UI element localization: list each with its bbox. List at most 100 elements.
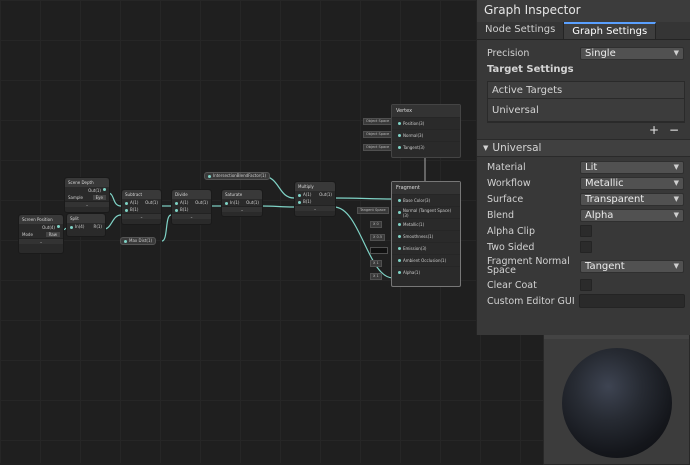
position-space-tag[interactable]: Object Space xyxy=(363,118,393,125)
chevron-down-icon: ▼ xyxy=(673,163,679,171)
fragment-block-ambient-occlusion[interactable]: Ambient Occlusion(1) xyxy=(392,254,460,266)
target-item-universal[interactable]: Universal xyxy=(488,99,684,122)
output-port-icon[interactable] xyxy=(103,188,106,191)
wire-maxdist-divide xyxy=(161,214,172,242)
scene-depth-node[interactable]: Scene Depth Out(1) Sample Eye ⌄ xyxy=(64,177,110,213)
input-port-icon[interactable] xyxy=(175,208,178,212)
block-label: Emission(3) xyxy=(403,246,427,251)
input-port-icon[interactable] xyxy=(125,201,128,205)
workflow-dropdown[interactable]: Metallic ▼ xyxy=(580,176,684,190)
prop-row-fragment-normal-space: Fragment Normal Space Tangent ▼ xyxy=(477,255,690,277)
dropdown-value: Alpha xyxy=(585,209,614,221)
prop-row-material: Material Lit ▼ xyxy=(477,159,690,175)
node-input-label: B(1) xyxy=(303,199,312,204)
chevron-down-icon[interactable]: ⌄ xyxy=(122,213,161,219)
blend-dropdown[interactable]: Alpha ▼ xyxy=(580,208,684,222)
input-port-icon[interactable] xyxy=(398,146,401,149)
node-output-label: Out(1) xyxy=(319,192,332,197)
input-port-icon[interactable] xyxy=(298,200,301,204)
fragment-stack[interactable]: Fragment Base Color(3) Normal (Tangent S… xyxy=(391,181,461,287)
input-port-icon[interactable] xyxy=(125,208,128,212)
fragment-block-smoothness[interactable]: Smoothness(1) xyxy=(392,230,460,242)
wire-multiply-basecolor xyxy=(333,197,394,200)
custom-editor-gui-field[interactable] xyxy=(578,294,685,308)
normal-space-tag[interactable]: Object Space xyxy=(363,131,393,138)
heading-label: Target Settings xyxy=(487,63,574,75)
chevron-down-icon[interactable]: ⌄ xyxy=(65,201,109,207)
multiply-node[interactable]: Multiply A(1) Out(1) B(1) ⌄ xyxy=(294,181,336,217)
output-port-icon[interactable] xyxy=(57,225,60,228)
precision-dropdown[interactable]: Single ▼ xyxy=(580,46,684,60)
inspector-tabs: Node Settings Graph Settings xyxy=(477,22,690,40)
node-input-label: B(1) xyxy=(180,207,189,212)
two-sided-checkbox[interactable] xyxy=(580,241,592,253)
prop-row-surface: Surface Transparent ▼ xyxy=(477,191,690,207)
wire-split-subtract xyxy=(103,214,122,230)
intersection-blend-property[interactable]: IntersectionBlendFactor(1) xyxy=(204,172,271,180)
tab-node-settings[interactable]: Node Settings xyxy=(477,22,565,39)
clear-coat-checkbox[interactable] xyxy=(580,279,592,291)
dropdown-value: Single xyxy=(585,47,616,59)
sampling-dropdown[interactable]: Eye xyxy=(92,195,106,200)
alpha-clip-checkbox[interactable] xyxy=(580,225,592,237)
chevron-down-icon[interactable]: ⌄ xyxy=(19,238,63,244)
prop-label: Blend xyxy=(487,209,515,221)
vertex-block-normal[interactable]: Normal(3) xyxy=(392,129,460,141)
input-port-icon[interactable] xyxy=(398,247,401,250)
material-dropdown[interactable]: Lit ▼ xyxy=(580,160,684,174)
chevron-down-icon[interactable]: ⌄ xyxy=(295,205,335,211)
surface-dropdown[interactable]: Transparent ▼ xyxy=(580,192,684,206)
emission-color-swatch[interactable] xyxy=(370,247,388,254)
mode-dropdown[interactable]: Raw xyxy=(45,232,60,237)
precision-label: Precision xyxy=(487,47,530,59)
smoothness-value[interactable]: X 0.5 xyxy=(370,234,386,241)
dropdown-value: Metallic xyxy=(585,177,624,189)
normal-space-tag[interactable]: Tangent Space xyxy=(357,207,389,214)
chevron-down-icon[interactable]: ⌄ xyxy=(172,213,211,219)
input-port-icon[interactable] xyxy=(398,235,401,238)
tangent-space-tag[interactable]: Object Space xyxy=(363,144,393,151)
fragment-block-normal[interactable]: Normal (Tangent Space)(3) xyxy=(392,206,460,218)
fragment-normal-space-dropdown[interactable]: Tangent ▼ xyxy=(580,259,684,273)
node-input-label: B(1) xyxy=(130,207,139,212)
input-port-icon[interactable] xyxy=(175,201,178,205)
tab-graph-settings[interactable]: Graph Settings xyxy=(564,22,657,39)
input-port-icon[interactable] xyxy=(398,134,401,137)
preview-sphere[interactable] xyxy=(562,348,672,458)
input-port-icon[interactable] xyxy=(398,259,401,262)
fragment-block-base-color[interactable]: Base Color(3) xyxy=(392,194,460,206)
vertex-stack[interactable]: Vertex Position(3) Normal(3) Tangent(3) xyxy=(391,104,461,158)
input-port-icon[interactable] xyxy=(398,122,401,125)
input-port-icon[interactable] xyxy=(398,199,401,202)
screen-position-node[interactable]: Screen Position Out(4) Mode Raw ⌄ xyxy=(18,214,64,254)
fragment-block-metallic[interactable]: Metallic(1) xyxy=(392,218,460,230)
subtract-node[interactable]: Subtract A(1) Out(1) B(1) ⌄ xyxy=(121,189,162,225)
active-targets-header: Active Targets xyxy=(488,82,684,99)
ambient-occlusion-value[interactable]: X 1 xyxy=(370,260,382,267)
prop-row-two-sided: Two Sided xyxy=(477,239,690,255)
alpha-value[interactable]: X 1 xyxy=(370,273,382,280)
fragment-block-emission[interactable]: Emission(3) xyxy=(392,242,460,254)
add-target-button[interactable]: + xyxy=(647,123,661,137)
chevron-down-icon[interactable]: ⌄ xyxy=(222,206,262,212)
input-port-icon[interactable] xyxy=(398,211,401,214)
metallic-value[interactable]: X 0 xyxy=(370,221,382,228)
vertex-block-position[interactable]: Position(3) xyxy=(392,117,460,129)
main-preview-panel[interactable]: Main Preview xyxy=(543,325,690,465)
vertex-block-tangent[interactable]: Tangent(3) xyxy=(392,141,460,153)
input-port-icon[interactable] xyxy=(70,225,73,229)
input-port-icon[interactable] xyxy=(398,271,401,274)
max-dist-property[interactable]: Max Dist(1) xyxy=(120,237,157,245)
prop-label: Surface xyxy=(487,193,524,205)
remove-target-button[interactable]: − xyxy=(667,123,681,137)
input-port-icon[interactable] xyxy=(398,223,401,226)
divide-node[interactable]: Divide A(1) Out(1) B(1) ⌄ xyxy=(171,189,212,225)
split-node[interactable]: Split In(4) R(1) xyxy=(66,213,106,237)
input-port-icon[interactable] xyxy=(298,193,301,197)
input-port-icon[interactable] xyxy=(225,201,228,205)
wire-saturate-multiply xyxy=(260,205,295,208)
prop-label: Clear Coat xyxy=(487,279,537,291)
fragment-block-alpha[interactable]: Alpha(1) xyxy=(392,266,460,278)
saturate-node[interactable]: Saturate In(1) Out(1) ⌄ xyxy=(221,189,263,217)
universal-foldout[interactable]: ▼ Universal xyxy=(477,139,690,157)
